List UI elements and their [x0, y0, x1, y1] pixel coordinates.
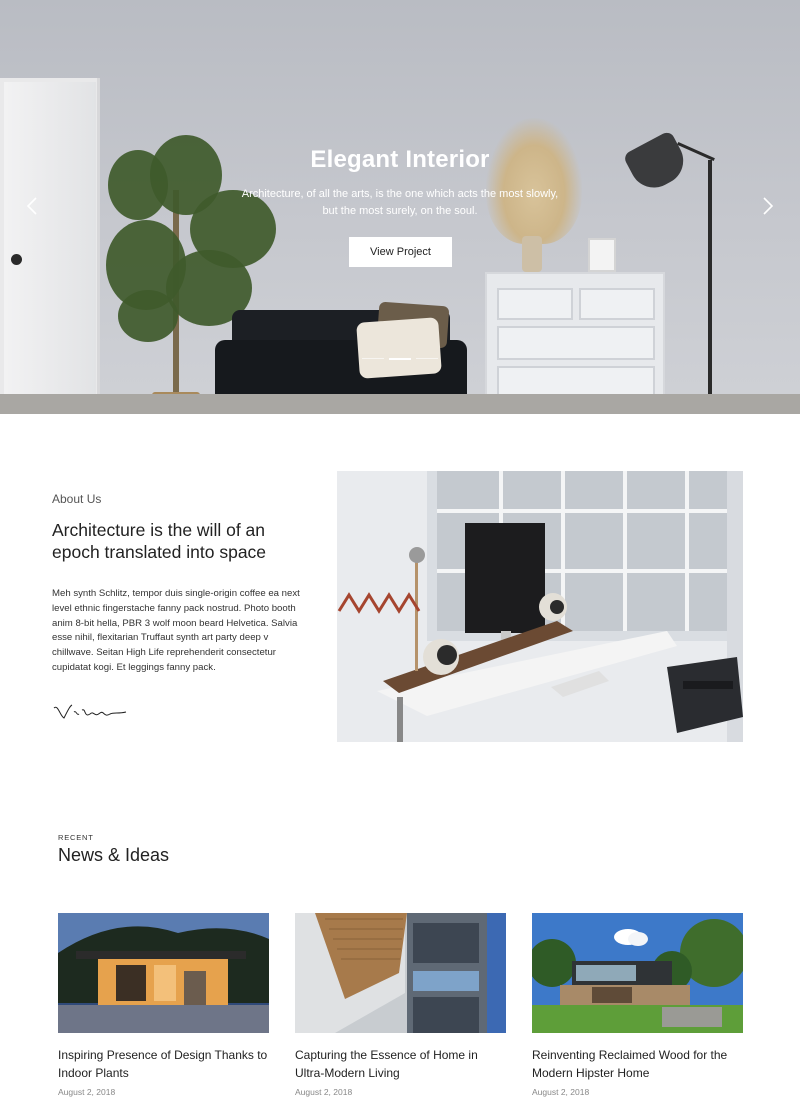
slide-dot-active[interactable] [389, 358, 411, 360]
hero-title: Elegant Interior [310, 146, 490, 173]
about-heading: Architecture is the will of an epoch tra… [52, 520, 267, 562]
dried-wheat [486, 118, 582, 244]
slide-dot[interactable] [362, 358, 384, 359]
floor [0, 394, 800, 414]
section-eyebrow: RECENT [58, 833, 94, 842]
news-card-image[interactable] [532, 913, 743, 1033]
signature-image [53, 704, 127, 719]
news-card-date: August 2, 2018 [532, 1087, 590, 1097]
news-section-title: News & Ideas [58, 845, 170, 865]
news-card-title[interactable]: Reinventing Reclaimed Wood for the Moder… [532, 1046, 743, 1082]
news-card-title[interactable]: Inspiring Presence of Design Thanks to I… [58, 1046, 269, 1082]
slide-dot[interactable] [416, 358, 438, 359]
chevron-right-icon[interactable] [762, 196, 778, 216]
dresser-drawer [497, 288, 573, 320]
plant-leaves [118, 290, 178, 342]
section-label: About Us [52, 492, 102, 506]
news-card-date: August 2, 2018 [295, 1087, 353, 1097]
news-card-title[interactable]: Capturing the Essence of Home in Ultra-M… [295, 1046, 506, 1082]
door-knob [11, 254, 22, 265]
news-card[interactable]: Reinventing Reclaimed Wood for the Moder… [532, 913, 743, 1097]
dresser [485, 272, 665, 414]
door [4, 82, 96, 414]
dresser-drawer [579, 288, 655, 320]
slide-indicator [362, 358, 438, 360]
picture-frame [588, 238, 616, 272]
hero-subtitle-line: Architecture, of all the arts, is the on… [241, 188, 559, 200]
news-card-date: August 2, 2018 [58, 1087, 116, 1097]
hero-slider: Elegant Interior Architecture, of all th… [0, 0, 800, 414]
hero-subtitle-line: but the most surely, on the soul. [322, 205, 478, 217]
hero-subtitle: Architecture, of all the arts, is the on… [240, 186, 560, 220]
dresser-drawer [497, 326, 655, 360]
news-card[interactable]: Capturing the Essence of Home in Ultra-M… [295, 913, 506, 1097]
about-body-text: Meh synth Schlitz, tempor duis single-or… [52, 588, 300, 673]
news-card[interactable]: Inspiring Presence of Design Thanks to I… [58, 913, 269, 1097]
chevron-left-icon[interactable] [26, 196, 42, 216]
news-card-image[interactable] [295, 913, 506, 1033]
about-image [337, 471, 743, 742]
pillow-light [356, 317, 442, 379]
view-project-button[interactable]: View Project [349, 237, 452, 267]
floor-lamp [708, 160, 712, 414]
vase [522, 236, 542, 272]
news-card-image[interactable] [58, 913, 269, 1033]
